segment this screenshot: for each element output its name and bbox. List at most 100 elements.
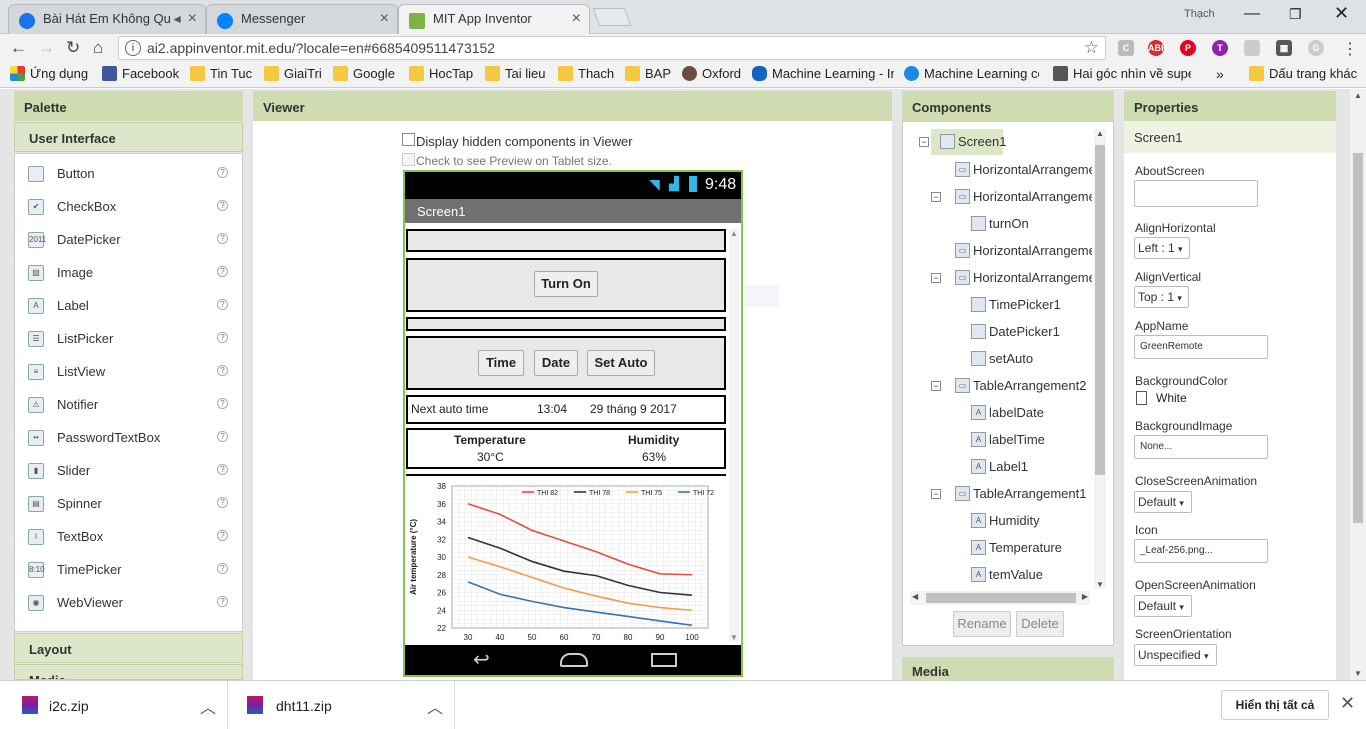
back-icon[interactable]: ← (10, 38, 27, 58)
tree-node-timepicker1[interactable]: TimePicker1 (971, 297, 1092, 312)
help-icon[interactable]: ? (217, 266, 228, 277)
bookmark-item[interactable]: Facebook (102, 66, 179, 81)
bookmark-folder[interactable]: BAP (625, 66, 671, 81)
help-icon[interactable]: ? (217, 431, 228, 442)
palette-item-listpicker[interactable]: ☰ ListPicker? (28, 331, 228, 351)
color-swatch[interactable] (1136, 391, 1147, 405)
address-bar[interactable]: i ai2.appinventor.mit.edu/?locale=en#668… (118, 36, 1106, 60)
collapse-toggle[interactable]: − (931, 381, 941, 391)
close-tab-icon[interactable]: × (572, 10, 581, 28)
extension-t-icon[interactable]: T (1212, 40, 1228, 56)
icon-input[interactable]: _Leaf-256.png... (1134, 539, 1268, 563)
collapse-toggle[interactable]: − (919, 137, 929, 147)
mute-icon[interactable]: ◄ (171, 12, 183, 26)
palette-item-timepicker[interactable]: 8:10 TimePicker? (28, 562, 228, 582)
qr-icon[interactable]: ▦ (1276, 40, 1292, 56)
google-icon[interactable]: G (1308, 40, 1324, 56)
horizontal-arrangement-2[interactable]: Turn On (406, 258, 726, 312)
palette-item-label[interactable]: A Label? (28, 298, 228, 318)
collapse-toggle[interactable]: − (931, 192, 941, 202)
palette-item-checkbox[interactable]: ✔ CheckBox? (28, 199, 228, 219)
time-picker-button[interactable]: Time (478, 350, 524, 376)
bookmark-star-icon[interactable]: ☆ (1084, 38, 1099, 58)
bookmark-folder[interactable]: Tai lieu (485, 66, 545, 81)
close-window-icon[interactable]: ✕ (1334, 3, 1349, 24)
tree-vscroll[interactable]: ▲ ▼ (1094, 129, 1106, 589)
bookmark-folder[interactable]: GiaiTri (264, 66, 322, 81)
tree-node-datepicker1[interactable]: DatePicker1 (971, 324, 1092, 339)
horizontal-arrangement-1[interactable] (406, 229, 726, 252)
extension-icon[interactable] (1244, 40, 1260, 56)
tree-node-horizontalarrangemer[interactable]: ▭ HorizontalArrangemer (955, 270, 1092, 285)
page-scrollbar[interactable]: ▲ ▼ (1350, 89, 1366, 680)
tree-node-label1[interactable]: A Label1 (971, 459, 1092, 474)
help-icon[interactable]: ? (217, 530, 228, 541)
tree-node-temvalue[interactable]: AtemValue (971, 567, 1092, 582)
adblock-icon[interactable]: ABP (1148, 40, 1167, 56)
collapse-toggle[interactable]: − (931, 489, 941, 499)
horizontal-arrangement-4[interactable]: Time Date Set Auto (406, 336, 726, 390)
table-arrangement-1[interactable]: Temperature 30°C Humidity 63% (406, 428, 726, 469)
collapse-toggle[interactable]: − (931, 273, 941, 283)
delete-button[interactable]: Delete (1016, 611, 1064, 637)
close-animation-select[interactable]: Default ▾ (1134, 491, 1192, 513)
extension-icon[interactable]: C (1118, 40, 1134, 56)
tree-node-tablearrangement1[interactable]: ▭ TableArrangement1 (955, 486, 1092, 501)
help-icon[interactable]: ? (217, 332, 228, 343)
category-user-interface[interactable]: User Interface (14, 122, 243, 152)
pinterest-icon[interactable]: P (1180, 40, 1196, 56)
help-icon[interactable]: ? (217, 167, 228, 178)
download-item[interactable]: dht11.zip ︿ (229, 681, 455, 729)
bookmark-item[interactable]: Hai góc nhìn về supe (1053, 66, 1191, 81)
tree-node-horizontalarrangemer[interactable]: ▭ HorizontalArrangemer (955, 162, 1092, 177)
close-tab-icon[interactable]: × (188, 10, 197, 28)
background-color-value[interactable]: White (1156, 391, 1187, 405)
tablet-preview-checkbox[interactable] (402, 153, 415, 166)
about-screen-textarea[interactable] (1134, 180, 1258, 207)
set-auto-button[interactable]: Set Auto (587, 350, 655, 376)
palette-item-image[interactable]: ▨ Image? (28, 265, 228, 285)
palette-item-webviewer[interactable]: ◉ WebViewer? (28, 595, 228, 615)
restore-icon[interactable]: ❐ (1289, 6, 1302, 23)
tree-node-temperature[interactable]: A Temperature (971, 540, 1092, 555)
palette-item-notifier[interactable]: ⚠ Notifier? (28, 397, 228, 417)
app-name-input[interactable]: GreenRemote (1134, 335, 1268, 359)
bookmark-item[interactable]: Machine Learning - Ir (752, 66, 894, 81)
tree-node-labeltime[interactable]: AlabelTime (971, 432, 1092, 447)
help-icon[interactable]: ? (217, 398, 228, 409)
other-bookmarks[interactable]: Dấu trang khác (1249, 66, 1357, 81)
category-media[interactable]: Media (14, 664, 243, 680)
forward-icon[interactable]: → (38, 38, 55, 58)
bookmark-apps[interactable]: Ứng dụng (10, 66, 88, 81)
info-icon[interactable]: i (125, 40, 141, 56)
help-icon[interactable]: ? (217, 233, 228, 244)
help-icon[interactable]: ? (217, 365, 228, 376)
turn-on-button[interactable]: Turn On (534, 271, 598, 297)
tree-node-turnon[interactable]: turnOn (971, 216, 1092, 231)
close-downloads-icon[interactable]: ✕ (1340, 693, 1355, 714)
show-all-downloads-button[interactable]: Hiển thị tất cả (1221, 690, 1329, 720)
home-icon[interactable]: ⌂ (93, 38, 103, 58)
open-animation-select[interactable]: Default ▾ (1134, 595, 1192, 617)
table-arrangement-2[interactable]: Next auto time 13:04 29 tháng 9 2017 (406, 395, 726, 424)
bookmark-item[interactable]: Machine Learning co (904, 66, 1039, 81)
palette-item-button[interactable]: Button? (28, 166, 228, 186)
bookmark-folder[interactable]: Tin Tuc (190, 66, 252, 81)
screen-orientation-select[interactable]: Unspecified ▾ (1134, 644, 1217, 666)
profile-name[interactable]: Thạch (1184, 8, 1215, 20)
background-image-input[interactable]: None... (1134, 435, 1268, 459)
category-layout[interactable]: Layout (14, 633, 243, 663)
help-icon[interactable]: ? (217, 563, 228, 574)
download-item[interactable]: i2c.zip ︿ (0, 681, 228, 729)
align-horizontal-select[interactable]: Left : 1 ▾ (1134, 237, 1190, 259)
rename-button[interactable]: Rename (953, 611, 1011, 637)
tree-node-labeldate[interactable]: AlabelDate (971, 405, 1092, 420)
tree-node-setauto[interactable]: setAuto (971, 351, 1092, 366)
palette-item-spinner[interactable]: ▤ Spinner? (28, 496, 228, 516)
palette-item-datepicker[interactable]: 2011 DatePicker? (28, 232, 228, 252)
tree-node-tablearrangement2[interactable]: ▭ TableArrangement2 (955, 378, 1092, 393)
tree-node-horizontalarrangemer[interactable]: ▭ HorizontalArrangemer (955, 243, 1092, 258)
help-icon[interactable]: ? (217, 200, 228, 211)
hidden-components-checkbox[interactable] (402, 133, 415, 146)
bookmark-folder[interactable]: HocTap (409, 66, 473, 81)
